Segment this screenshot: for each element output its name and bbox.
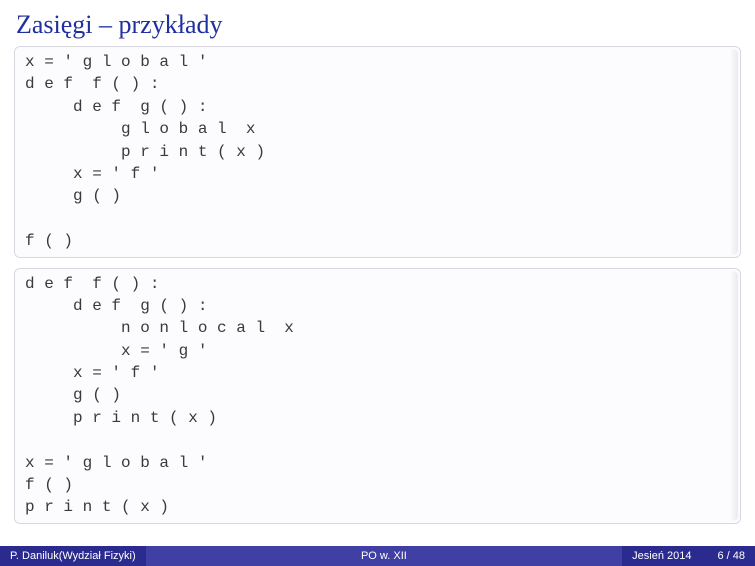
footer-bar: P. Daniluk(Wydział Fizyki) PO w. XII Jes… <box>0 546 755 566</box>
slide: Zasięgi – przykłady x = ' g l o b a l ' … <box>0 0 755 566</box>
footer-middle: PO w. XII <box>351 546 417 566</box>
code-block-1: x = ' g l o b a l ' d e f f ( ) : d e f … <box>14 46 741 258</box>
code-block-2: d e f f ( ) : d e f g ( ) : n o n l o c … <box>14 268 741 524</box>
footer-spacer <box>146 546 351 566</box>
footer-date: Jesień 2014 <box>622 546 701 566</box>
footer-spacer <box>417 546 622 566</box>
slide-title: Zasięgi – przykłady <box>16 10 741 40</box>
footer-author: P. Daniluk(Wydział Fizyki) <box>0 546 146 566</box>
footer-page: 6 / 48 <box>701 546 755 566</box>
